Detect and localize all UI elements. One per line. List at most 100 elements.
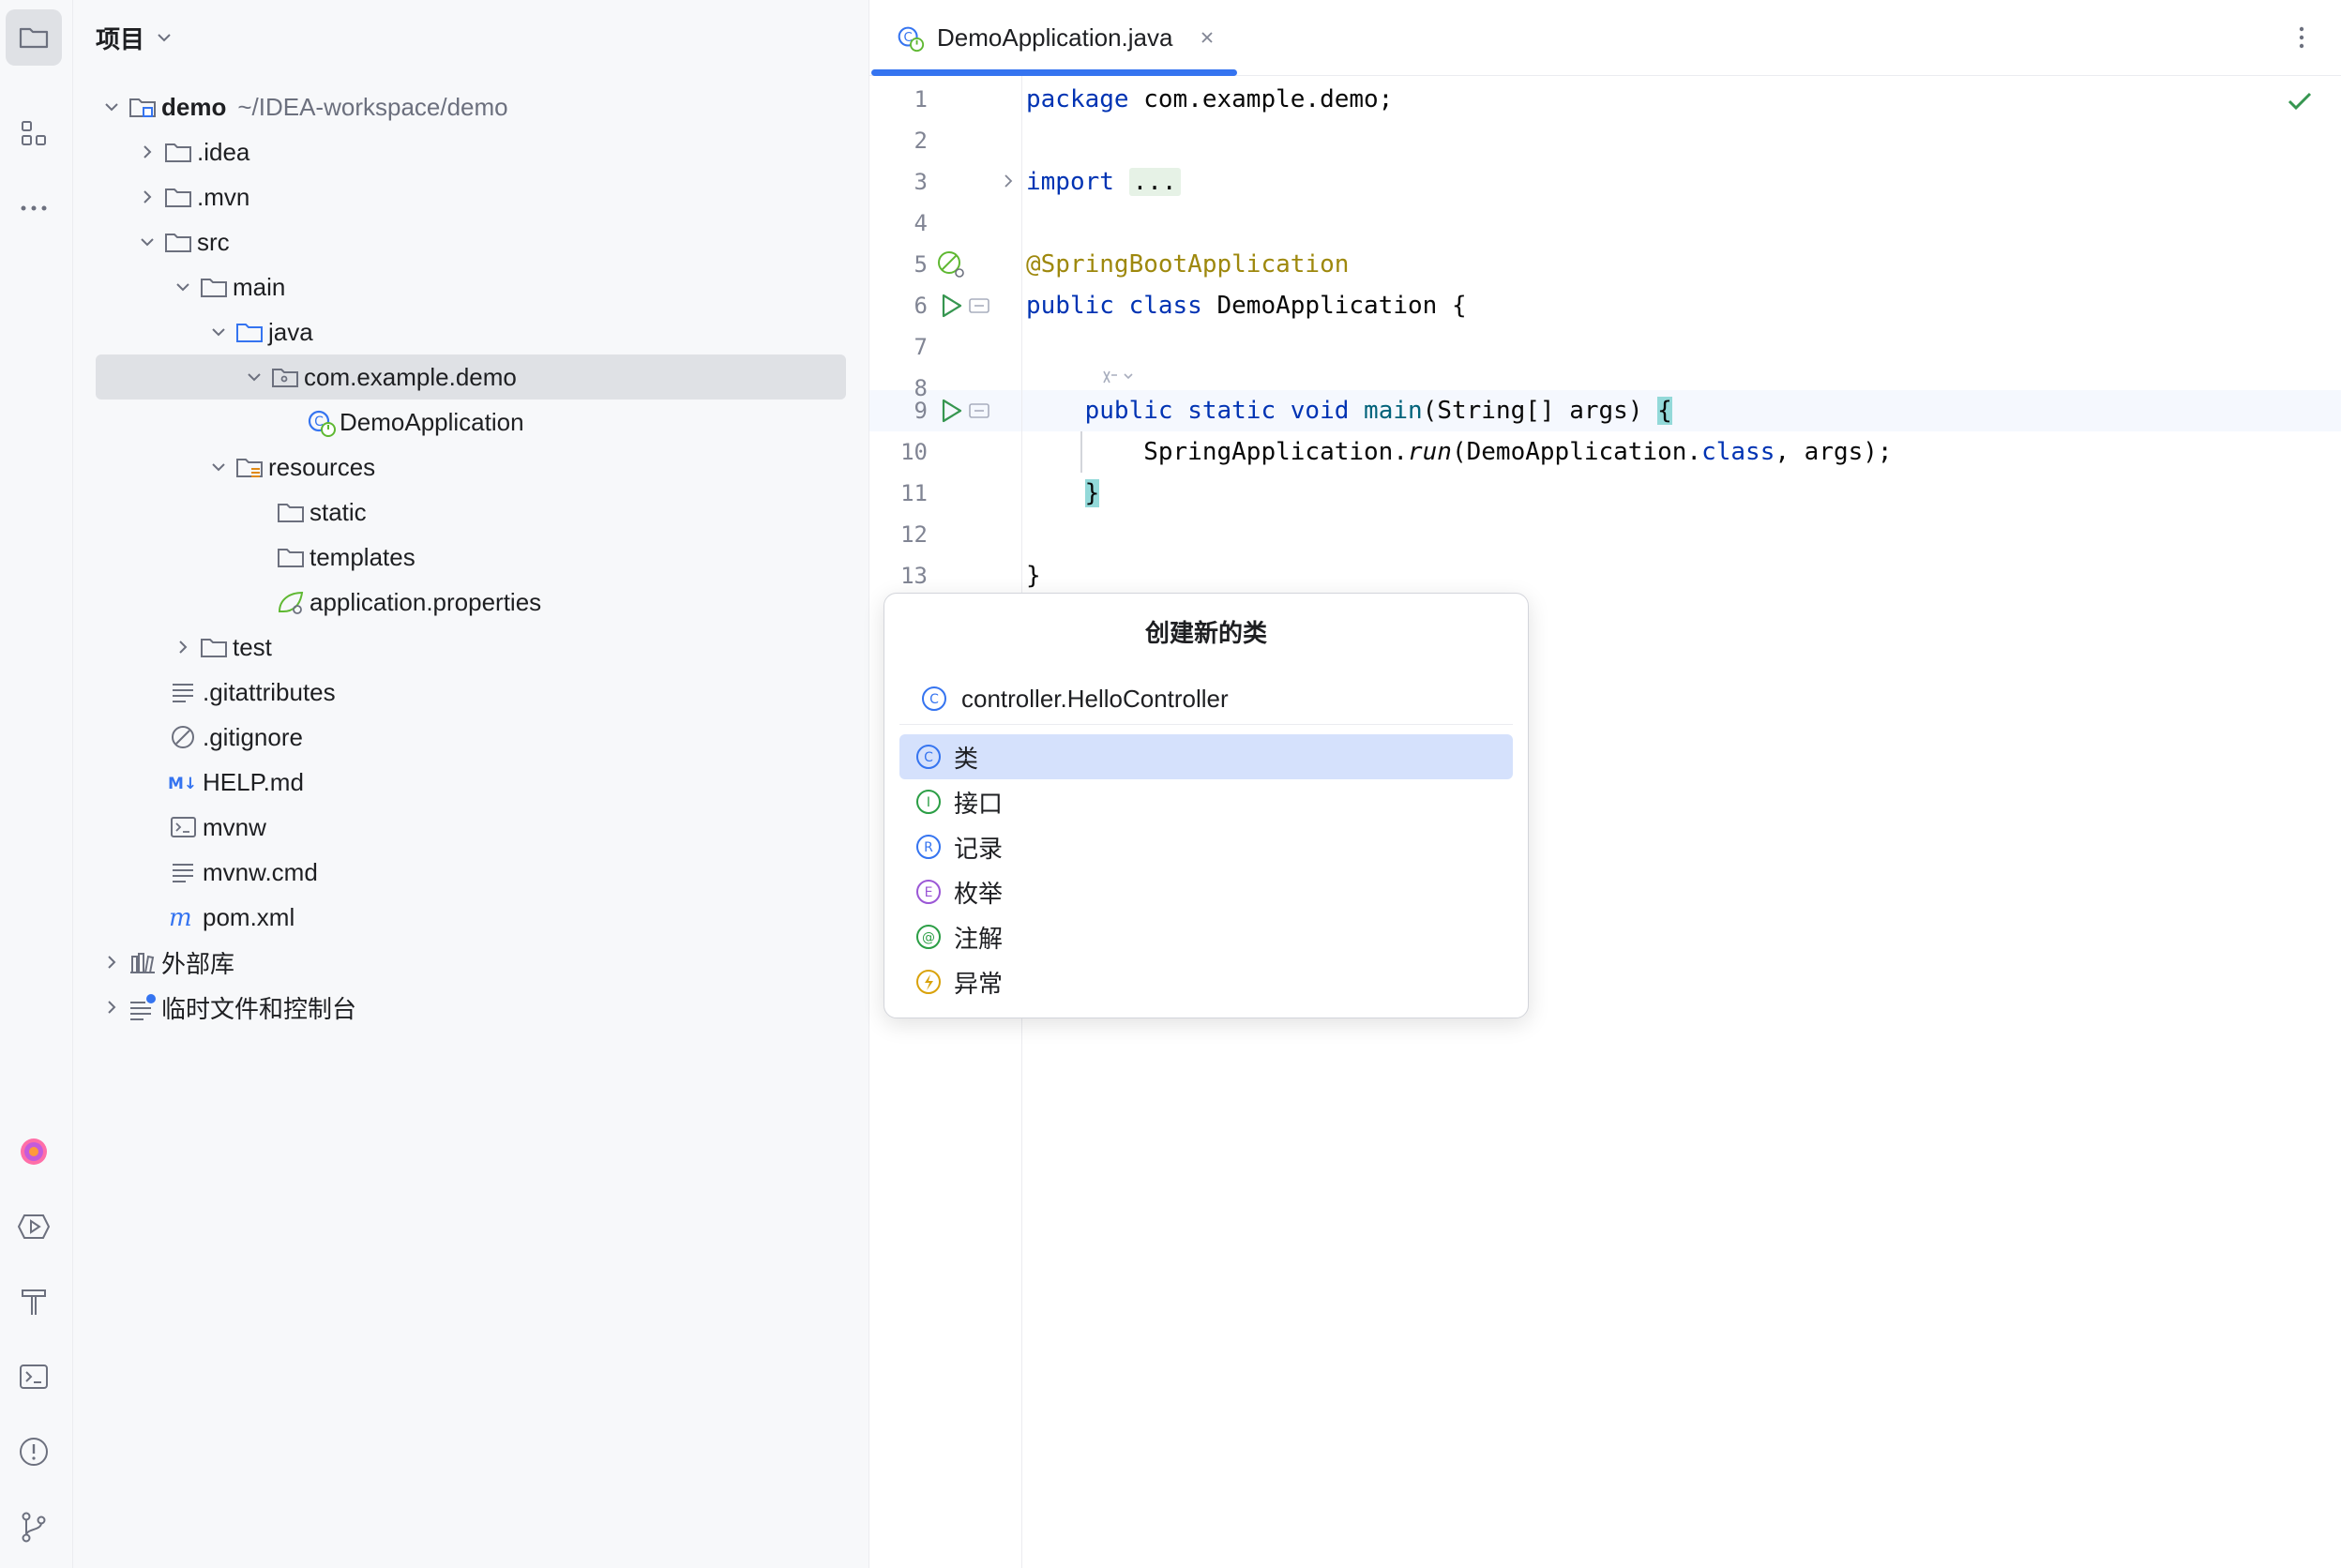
library-icon	[126, 945, 159, 979]
tree-item-pom-xml[interactable]: m pom.xml	[167, 897, 295, 938]
tree-item-gitignore[interactable]: .gitignore	[167, 716, 303, 758]
tree-item-external-libraries[interactable]: 外部库	[98, 942, 234, 983]
chevron-right-icon[interactable]	[98, 948, 126, 976]
code-line-9[interactable]: public static void main(String[] args) {	[1026, 390, 1672, 431]
code-line-11[interactable]: }	[1026, 473, 1100, 514]
chevron-down-icon[interactable]	[169, 273, 197, 301]
tree-item-main[interactable]: main	[169, 266, 285, 308]
code-line-3[interactable]: import ...	[1026, 161, 1181, 203]
code-line-7[interactable]: public class DemoApplication {	[1026, 285, 1467, 326]
bookmark-icon[interactable]	[967, 399, 991, 423]
popup-item-exception[interactable]: 异常	[899, 959, 1513, 1004]
code-line-6[interactable]: @SpringBootApplication	[1026, 244, 1349, 285]
resources-folder-icon	[233, 450, 266, 484]
folder-icon	[161, 225, 195, 259]
tree-item-demoapplication[interactable]: C DemoApplication	[304, 401, 524, 443]
popup-item-class[interactable]: C 类	[899, 734, 1513, 779]
ignore-file-icon	[167, 720, 201, 754]
tree-item-mvnw[interactable]: mvnw	[167, 807, 266, 848]
tree-item-help-md[interactable]: M↓ HELP.md	[167, 761, 304, 803]
tree-item-static[interactable]: static	[274, 491, 367, 533]
run-icon[interactable]	[935, 290, 967, 322]
chevron-right-icon[interactable]	[98, 993, 126, 1021]
more-tools-icon[interactable]	[6, 180, 62, 236]
tree-item-label: 临时文件和控制台	[161, 994, 357, 1023]
tree-item-resources[interactable]: resources	[204, 446, 375, 488]
tree-item-src[interactable]: src	[133, 221, 230, 263]
svg-text:@: @	[922, 930, 935, 945]
structure-icon[interactable]	[6, 105, 62, 161]
popup-item-label: 注解	[954, 924, 1004, 953]
services-run-icon[interactable]	[6, 1199, 62, 1255]
check-icon[interactable]	[2285, 86, 2315, 116]
record-icon: R	[916, 835, 941, 859]
popup-item-interface[interactable]: I 接口	[899, 779, 1513, 824]
problems-icon[interactable]	[6, 1424, 62, 1480]
line-number: 12	[900, 521, 928, 548]
tree-item-demo[interactable]: demo ~/IDEA-workspace/demo	[98, 86, 508, 128]
chevron-down-icon[interactable]	[204, 453, 233, 481]
tree-item-test[interactable]: test	[169, 626, 272, 668]
tree-item-label: static	[310, 497, 367, 526]
folder-icon	[197, 630, 231, 664]
tree-item-idea[interactable]: .idea	[133, 131, 249, 173]
code-line-10[interactable]: SpringApplication.run(DemoApplication.cl…	[1026, 431, 1892, 473]
folder-icon	[161, 180, 195, 214]
popup-item-label: 接口	[954, 789, 1004, 818]
close-icon[interactable]	[1197, 27, 1217, 48]
git-branch-icon[interactable]	[6, 1499, 62, 1555]
code-line-13[interactable]: }	[1026, 555, 1041, 596]
tree-item-gitattributes[interactable]: .gitattributes	[167, 671, 336, 713]
project-panel: 项目 demo ~/IDEA-workspace/demo .idea .mvn…	[73, 0, 869, 1568]
class-icon: C	[922, 686, 946, 711]
line-number: 2	[914, 128, 928, 154]
tree-item-mvnw-cmd[interactable]: mvnw.cmd	[167, 852, 318, 893]
bookmark-icon[interactable]	[967, 294, 991, 318]
tree-item-java[interactable]: java	[204, 311, 313, 353]
chevron-right-icon[interactable]	[133, 138, 161, 166]
line-number: 10	[900, 439, 928, 465]
popup-item-record[interactable]: R 记录	[899, 824, 1513, 869]
folder-icon	[274, 540, 308, 574]
class-name-value: controller.HelloController	[961, 684, 1229, 713]
spring-bean-icon[interactable]	[935, 249, 967, 280]
tree-item-mvn[interactable]: .mvn	[133, 176, 249, 218]
inlay-hint-icon[interactable]	[1098, 366, 1140, 388]
tree-item-label: src	[197, 227, 230, 256]
tree-item-application-properties[interactable]: application.properties	[274, 581, 541, 623]
chevron-down-icon	[158, 34, 171, 42]
class-name-input[interactable]: C controller.HelloController	[920, 678, 1229, 719]
chevron-down-icon[interactable]	[240, 363, 268, 391]
folded-imports[interactable]: ...	[1128, 168, 1181, 196]
more-vertical-icon[interactable]	[2285, 21, 2318, 54]
folder-icon	[197, 270, 231, 304]
source-folder-icon	[233, 315, 266, 349]
svg-text:E: E	[925, 885, 933, 900]
spring-boot-class-icon: C	[304, 405, 338, 439]
tree-item-scratches[interactable]: 临时文件和控制台	[98, 987, 356, 1028]
tree-item-label: test	[233, 632, 272, 661]
build-hammer-icon[interactable]	[6, 1274, 62, 1330]
chevron-down-icon[interactable]	[204, 318, 233, 346]
project-panel-header[interactable]: 项目	[96, 17, 174, 58]
tree-item-label: .gitignore	[203, 722, 303, 751]
code-line-1[interactable]: package com.example.demo;	[1026, 79, 1393, 120]
popup-item-annotation[interactable]: @ 注解	[899, 914, 1513, 959]
tree-item-templates[interactable]: templates	[274, 536, 415, 578]
tree-item-label: application.properties	[310, 587, 542, 616]
popup-item-enum[interactable]: E 枚举	[899, 869, 1513, 914]
scratches-icon	[126, 990, 159, 1024]
run-icon[interactable]	[935, 395, 967, 427]
project-folder-icon[interactable]	[6, 9, 62, 66]
tree-item-label: HELP.md	[203, 767, 304, 796]
chevron-right-icon[interactable]	[169, 633, 197, 661]
chevron-right-icon[interactable]	[133, 183, 161, 211]
chevron-right-icon[interactable]	[997, 170, 1019, 192]
chevron-down-icon[interactable]	[98, 93, 126, 121]
chevron-down-icon[interactable]	[133, 228, 161, 256]
text-file-icon	[167, 855, 201, 889]
tree-item-package[interactable]: com.example.demo	[240, 356, 517, 398]
editor-tab-demoapplication[interactable]: C DemoApplication.java	[894, 17, 1217, 58]
terminal-icon[interactable]	[6, 1349, 62, 1405]
ai-assistant-icon[interactable]	[6, 1123, 62, 1180]
